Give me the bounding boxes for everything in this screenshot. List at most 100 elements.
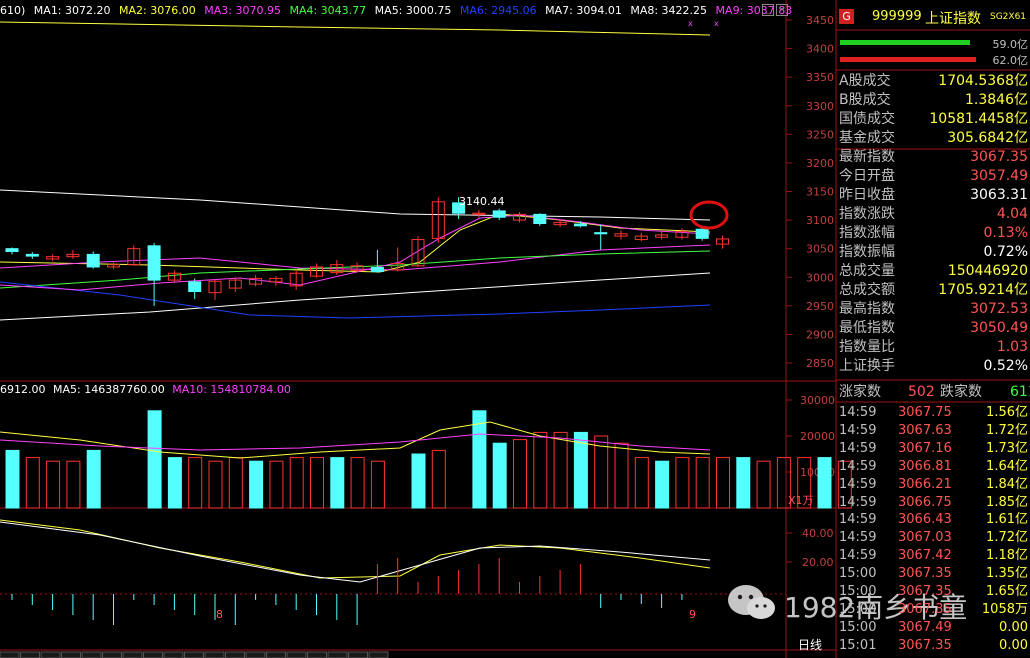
indicator-tab[interactable] (327, 651, 348, 658)
volume-bar (553, 431, 568, 509)
quote-row-value: 3067.35 (970, 149, 1028, 165)
highlight-circle (689, 200, 729, 230)
indicator-tab[interactable] (368, 651, 389, 658)
candle-body (533, 213, 547, 225)
tick-row: 14:59 3067.75 1.56亿 (838, 404, 1030, 422)
tick-price: 3067.49 (898, 619, 952, 635)
date-label: 9 (689, 608, 696, 621)
indicator-tab[interactable] (0, 651, 20, 658)
ma-item: MA8: 3422.25 (630, 4, 708, 17)
tick-row: 15:00 3067.49 0.00 (838, 619, 1030, 637)
quote-row-value: 1704.5368亿 (938, 73, 1028, 89)
buy-bar-value: 59.0亿 (992, 38, 1029, 51)
indicator-tab[interactable] (143, 651, 163, 658)
indicator-tab[interactable] (20, 651, 40, 658)
tick-time: 14:59 (839, 440, 877, 456)
volume-bar (431, 449, 446, 509)
vol-item: MA10: 154810784.00 (172, 383, 291, 396)
sell-bar (840, 57, 976, 62)
tick-volume: 1.84亿 (986, 476, 1028, 492)
quote-row: 昨日收盘 3063.31 (838, 186, 1030, 205)
tick-row: 14:59 3067.42 1.18亿 (838, 547, 1030, 565)
price-tick-label: 3250 (806, 128, 834, 141)
volume-bar (86, 449, 101, 509)
tick-price: 3067.35 (898, 566, 952, 582)
tick-row: 15:00 3067.35 1058万 (838, 601, 1030, 619)
price-tick-label: 3350 (806, 71, 834, 84)
indicator-tab[interactable] (307, 651, 327, 658)
g-badge-icon[interactable]: G (839, 9, 854, 24)
tick-row: 15:00 3067.35 1.35亿 (838, 565, 1030, 583)
quote-row-label: B股成交 (839, 92, 891, 108)
quote-row-label: 今日开盘 (839, 168, 895, 184)
indicator-tab[interactable] (204, 651, 225, 658)
indicator-tab[interactable] (184, 651, 204, 658)
breadth-row: 涨家数 502 跌家数 611 (838, 383, 1030, 402)
stock-code: 999999 (872, 9, 922, 24)
price-tick-label: 3150 (806, 186, 834, 199)
quote-row-label: 指数量比 (839, 339, 895, 355)
quote-row-value: 10581.4458亿 (929, 111, 1028, 127)
tick-time: 14:59 (839, 458, 877, 474)
indicator-tab[interactable] (286, 651, 307, 658)
indicator-tab[interactable] (61, 651, 81, 658)
volume-bar (736, 457, 751, 509)
quote-row-label: 昨日收盘 (839, 187, 895, 203)
price-tick-label: 3200 (806, 157, 834, 170)
tick-volume: 1.64亿 (986, 458, 1028, 474)
quote-row-label: 总成交量 (839, 263, 895, 279)
quote-row-label: 最高指数 (839, 301, 895, 317)
quote-row-label: 国债成交 (839, 111, 895, 127)
quote-row-value: 3072.53 (970, 301, 1028, 317)
indicator-tab[interactable] (348, 651, 368, 658)
stock-name: 上证指数 (925, 11, 981, 27)
ma-item: MA1: 3072.20 (33, 4, 111, 17)
price-tick-label: 3000 (806, 271, 834, 284)
quote-row: 上证换手 0.52% (838, 357, 1030, 376)
indicator-tab[interactable] (163, 651, 184, 658)
tick-time: 14:59 (839, 422, 877, 438)
volume-bar (817, 457, 832, 509)
volume-bar (634, 457, 649, 509)
tick-price: 3066.75 (898, 494, 952, 510)
tick-row: 14:59 3066.43 1.61亿 (838, 511, 1030, 529)
ma-item: MA6: 2945.06 (459, 4, 537, 17)
ma7-line (0, 189, 711, 221)
date-label: 8 (216, 608, 223, 621)
quote-row: 总成交额 1705.9214亿 (838, 281, 1030, 300)
volume-bar (614, 442, 629, 509)
volume-bar (66, 460, 81, 509)
period-tab-daily[interactable]: 日线 (798, 636, 822, 653)
volume-bar (350, 457, 365, 509)
indicator-tab[interactable] (225, 651, 245, 658)
close-icon[interactable]: × (776, 4, 788, 16)
volume-bar (46, 460, 61, 509)
indicator-tab[interactable] (266, 651, 286, 658)
indicator-tab[interactable] (81, 651, 102, 658)
minimize-icon[interactable]: _ (762, 4, 774, 16)
tick-time: 15:01 (839, 637, 877, 653)
volume-bar (655, 460, 670, 509)
indicator-tab[interactable] (245, 651, 266, 658)
tick-price: 3067.75 (898, 405, 952, 420)
indicator-tab[interactable] (40, 651, 61, 658)
quote-row-label: 指数振幅 (839, 244, 895, 260)
tick-time: 15:00 (839, 584, 877, 599)
quote-row-label: A股成交 (839, 73, 891, 89)
price-tick-label: 3300 (806, 100, 834, 113)
vol-ma5-line (0, 421, 711, 459)
dea-line (0, 519, 711, 579)
volume-bar (411, 453, 426, 509)
indicator-tab[interactable] (122, 651, 143, 658)
tick-time: 14:59 (839, 530, 877, 546)
volume-bar (533, 431, 548, 509)
quote-row: 基金成交 305.6842亿 (838, 129, 1030, 148)
indicator-tab[interactable] (102, 651, 122, 658)
marker-x: x (714, 19, 719, 28)
quote-header: G 999999 上证指数 SG2X61 (838, 8, 1030, 28)
volume-tick-label: 30000 (800, 394, 835, 407)
tick-time: 14:59 (839, 476, 877, 492)
tick-volume: 0.00 (999, 637, 1028, 653)
volume-bar (167, 457, 182, 509)
vol-item: 6912.00 (0, 383, 46, 396)
